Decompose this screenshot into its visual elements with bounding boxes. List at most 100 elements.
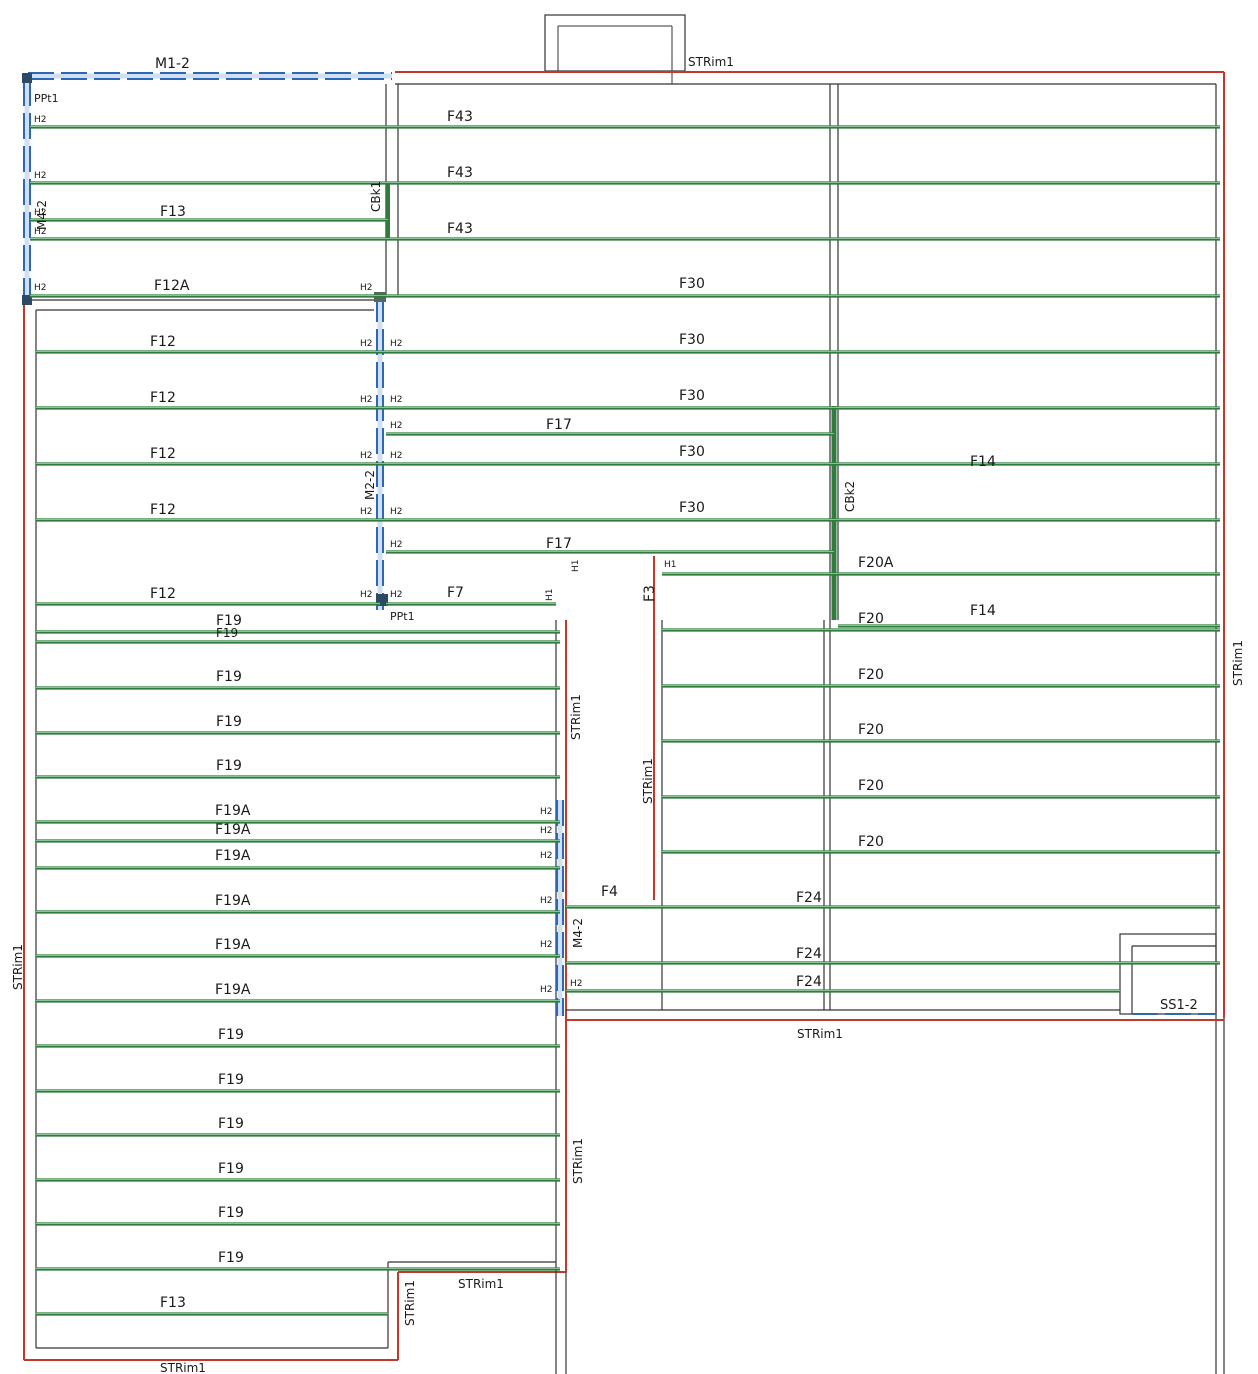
floor-framing-plan: H2 H2 H2 H2 H2 H2 H2 H2 H2 H2 H2 H2 H2 H2 H2 H2 H2 H2 H2 H2…: [11, 14, 1245, 1374]
hanger-label: H2: [540, 851, 553, 861]
label-f24: F24: [796, 946, 822, 962]
label-f19: F19: [216, 626, 238, 640]
label-f30: F30: [679, 500, 705, 516]
hanger-label: H2: [390, 507, 403, 517]
label-f17: F17: [546, 536, 572, 552]
label-ss1-2: SS1-2: [1160, 998, 1198, 1013]
label-strim-top: STRim1: [688, 55, 734, 69]
label-ppt1-mid: PPt1: [390, 610, 415, 623]
label-f19a: F19A: [215, 822, 251, 838]
label-f19: F19: [216, 714, 242, 730]
label-f12: F12: [150, 334, 176, 350]
label-f19a: F19A: [215, 937, 251, 953]
label-strim-bottom: STRim1: [160, 1361, 206, 1374]
label-f17: F17: [546, 417, 572, 433]
hanger-label: H2: [390, 451, 403, 461]
hanger-label: H2: [360, 507, 373, 517]
bump-out-outline: [544, 14, 686, 72]
label-f19: F19: [216, 669, 242, 685]
label-f3: F3: [642, 585, 658, 602]
label-m2-2: M2-2: [363, 470, 377, 500]
hanger-label: H2: [34, 283, 47, 293]
label-f19: F19: [218, 1072, 244, 1088]
hanger-label: H2: [360, 283, 373, 293]
label-cbk2: CBk2: [843, 481, 857, 512]
label-f30: F30: [679, 444, 705, 460]
label-f20: F20: [858, 611, 884, 627]
beams: [23, 72, 1216, 1016]
hanger-label: H1: [571, 560, 581, 573]
hanger-label: H2: [540, 826, 553, 836]
hanger-label: H2: [360, 451, 373, 461]
hanger-label: H2: [34, 115, 47, 125]
hangers: H2 H2 H2 H2 H2 H2 H2 H2 H2 H2 H2 H2 H2 H2 H2 H2 H2 H2 H2 H2…: [34, 115, 677, 995]
label-m1-2: M1-2: [155, 56, 190, 72]
label-f19: F19: [218, 1116, 244, 1132]
hanger-label: H2: [540, 896, 553, 906]
label-f19: F19: [218, 1161, 244, 1177]
label-f30: F30: [679, 276, 705, 292]
label-f13: F13: [160, 204, 186, 220]
label-strim-corridor-right: STRim1: [641, 758, 655, 804]
hanger-label: H2: [360, 590, 373, 600]
label-f7: F7: [447, 585, 464, 601]
hanger-label: H2: [390, 540, 403, 550]
hanger-label: H2: [570, 979, 583, 989]
label-f20: F20: [858, 778, 884, 794]
hanger-label: H2: [390, 590, 403, 600]
label-f20a: F20A: [858, 555, 894, 571]
label-f30: F30: [679, 388, 705, 404]
label-f19a: F19A: [215, 982, 251, 998]
label-f19: F19: [216, 758, 242, 774]
label-f43: F43: [447, 165, 473, 181]
hanger-label: H2: [390, 421, 403, 431]
label-m4-2-left: M4-2: [35, 200, 49, 230]
label-f14: F14: [970, 603, 996, 619]
label-m4-2-mid: M4-2: [571, 918, 585, 948]
member-labels: M1-2 PPt1 M4-2 CBk1 M2-2 PPt1 CBk2 M4-2 …: [11, 55, 1245, 1374]
label-f19: F19: [218, 1250, 244, 1266]
label-strim-mid-bottom: STRim1: [797, 1027, 843, 1041]
label-f12: F12: [150, 586, 176, 602]
label-strim-notch-vertical: STRim1: [403, 1280, 417, 1326]
label-f4: F4: [601, 884, 618, 900]
label-f12: F12: [150, 446, 176, 462]
label-f12: F12: [150, 390, 176, 406]
label-f30: F30: [679, 332, 705, 348]
hanger-label: H2: [540, 985, 553, 995]
hanger-label: H2: [540, 807, 553, 817]
label-f20: F20: [858, 667, 884, 683]
hanger-label: H2: [360, 339, 373, 349]
hanger-label: H2: [540, 940, 553, 950]
label-f12: F12: [150, 502, 176, 518]
label-f24: F24: [796, 890, 822, 906]
label-f20: F20: [858, 722, 884, 738]
label-f19a: F19A: [215, 893, 251, 909]
label-f24: F24: [796, 974, 822, 990]
label-strim-right: STRim1: [1231, 640, 1245, 686]
joists: [30, 125, 1220, 1316]
label-f20: F20: [858, 834, 884, 850]
label-ppt1-top: PPt1: [34, 92, 59, 105]
label-cbk1: CBk1: [369, 181, 383, 212]
label-f43: F43: [447, 221, 473, 237]
label-strim-corridor-left: STRim1: [569, 694, 583, 740]
post-ppt1-top: [22, 73, 32, 83]
hanger-label: H2: [390, 395, 403, 405]
label-strim-notch-horizontal: STRim1: [458, 1277, 504, 1291]
hanger-label: H2: [360, 395, 373, 405]
label-f13: F13: [160, 1295, 186, 1311]
label-f19: F19: [218, 1027, 244, 1043]
label-f19a: F19A: [215, 848, 251, 864]
hanger-label: H2: [34, 171, 47, 181]
label-f19: F19: [218, 1205, 244, 1221]
label-strim-left: STRim1: [11, 944, 25, 990]
hanger-label: H2: [390, 339, 403, 349]
label-f12a: F12A: [154, 278, 190, 294]
label-f43: F43: [447, 109, 473, 125]
label-f19a: F19A: [215, 803, 251, 819]
hanger-label: H1: [545, 589, 555, 602]
label-strim-lower-vertical: STRim1: [571, 1138, 585, 1184]
hanger-label: H1: [664, 560, 677, 570]
label-f14: F14: [970, 454, 996, 470]
